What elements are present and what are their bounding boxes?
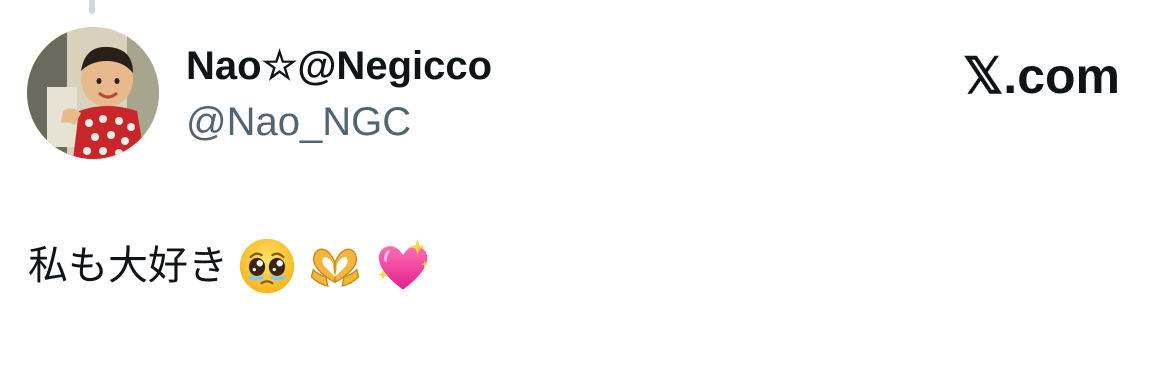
tweet-text: 私も大好き	[28, 243, 228, 289]
brand-label: 𝕏.com	[963, 48, 1120, 104]
x-com-brand[interactable]: 𝕏.com	[963, 46, 1120, 106]
author-handle[interactable]: @Nao_NGC	[186, 96, 492, 148]
heart-hands-icon	[310, 248, 360, 287]
thread-connector-line	[89, 0, 95, 14]
tweet-body: 私も大好き	[28, 236, 432, 296]
sparkling-heart-icon	[378, 238, 429, 290]
avatar-photo	[27, 27, 159, 159]
author-display-name[interactable]: Nao☆@Negicco	[186, 40, 492, 92]
avatar[interactable]	[27, 27, 159, 159]
pleading-face-icon	[239, 238, 295, 294]
tweet-author[interactable]: Nao☆@Negicco @Nao_NGC	[186, 40, 492, 148]
